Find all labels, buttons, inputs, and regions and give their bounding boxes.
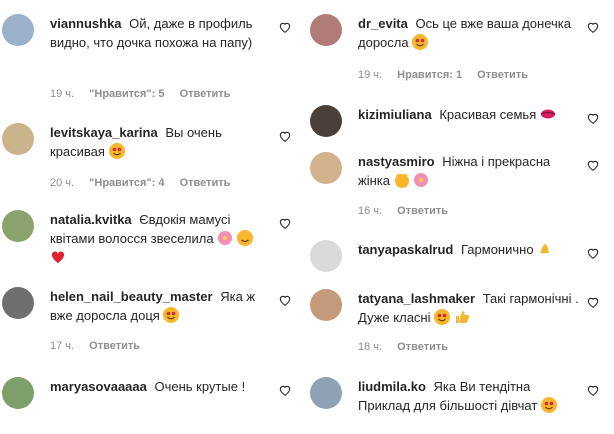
comment-meta: 16 ч. Ответить xyxy=(358,205,448,217)
avatar[interactable] xyxy=(310,14,342,46)
avatar[interactable] xyxy=(310,105,342,137)
heart-icon[interactable] xyxy=(586,111,600,125)
comment-body: nastyasmiro Ніжна і прекрасна жінка xyxy=(358,154,551,188)
hibiscus-emoji-icon xyxy=(217,230,233,246)
heart-icon[interactable] xyxy=(586,158,600,172)
heart-icon[interactable] xyxy=(278,20,292,34)
comment-body: tanyapaskalrud Гармонично xyxy=(358,240,580,259)
red-heart-emoji-icon xyxy=(50,249,66,265)
comment-body: levitskaya_karina Вы очень красивая xyxy=(50,125,222,159)
clapping-hands-emoji-icon xyxy=(537,241,553,257)
heart-icon[interactable] xyxy=(278,129,292,143)
avatar[interactable] xyxy=(310,240,342,272)
comment-meta: 17 ч. Ответить xyxy=(50,340,140,352)
comment-body: dr_evita Ось це вже ваша донечка доросла xyxy=(358,16,571,50)
comment-meta: 19 ч. "Нравится": 5 Ответить xyxy=(50,88,231,100)
heart-icon[interactable] xyxy=(586,383,600,397)
smiling-emoji-icon xyxy=(236,230,253,246)
avatar[interactable] xyxy=(2,14,34,46)
comment-meta: 18 ч. Ответить xyxy=(358,341,448,353)
avatar[interactable] xyxy=(310,377,342,409)
star-struck-emoji-icon xyxy=(540,397,557,413)
comment-body: tatyana_lashmaker Такі гармонічні . Дуже… xyxy=(358,291,579,325)
comment-body: helen_nail_beauty_master Яка ж вже дорос… xyxy=(50,289,256,323)
avatar[interactable] xyxy=(2,287,34,319)
heart-icon[interactable] xyxy=(278,383,292,397)
heart-icon[interactable] xyxy=(586,295,600,309)
avatar[interactable] xyxy=(2,210,34,242)
heart-icon[interactable] xyxy=(278,293,292,307)
username[interactable]: viannushka xyxy=(50,16,122,31)
avatar[interactable] xyxy=(2,377,34,409)
star-struck-emoji-icon xyxy=(108,143,125,159)
star-struck-emoji-icon xyxy=(434,309,451,325)
star-struck-emoji-icon xyxy=(412,34,429,50)
heart-icon[interactable] xyxy=(586,246,600,260)
hibiscus-emoji-icon xyxy=(413,172,429,188)
cat-emoji-icon xyxy=(394,172,410,188)
comment-body: liudmila.ko Яка Ви тендітна Приклад для … xyxy=(358,377,580,415)
heart-icon[interactable] xyxy=(586,20,600,34)
heart-icon[interactable] xyxy=(278,216,292,230)
comment-meta: 20 ч. "Нравится": 4 Ответить xyxy=(50,177,231,189)
comment-body: maryasovaaaaa Очень крутые ! xyxy=(50,379,246,394)
avatar[interactable] xyxy=(310,152,342,184)
comment-body: natalia.kvitka Євдокія мамусі квітами во… xyxy=(50,210,272,267)
kiss-mark-emoji-icon xyxy=(540,106,556,122)
comment-meta: 19 ч. Нравится: 1 Ответить xyxy=(358,69,528,81)
comment-body: viannushka Ой, даже в профиль видно, что… xyxy=(50,14,272,52)
star-struck-emoji-icon xyxy=(163,307,180,323)
avatar[interactable] xyxy=(310,289,342,321)
comment-body: kizimiuliana Красивая семья xyxy=(358,105,580,124)
avatar[interactable] xyxy=(2,123,34,155)
thumbs-up-emoji-icon xyxy=(454,309,470,325)
